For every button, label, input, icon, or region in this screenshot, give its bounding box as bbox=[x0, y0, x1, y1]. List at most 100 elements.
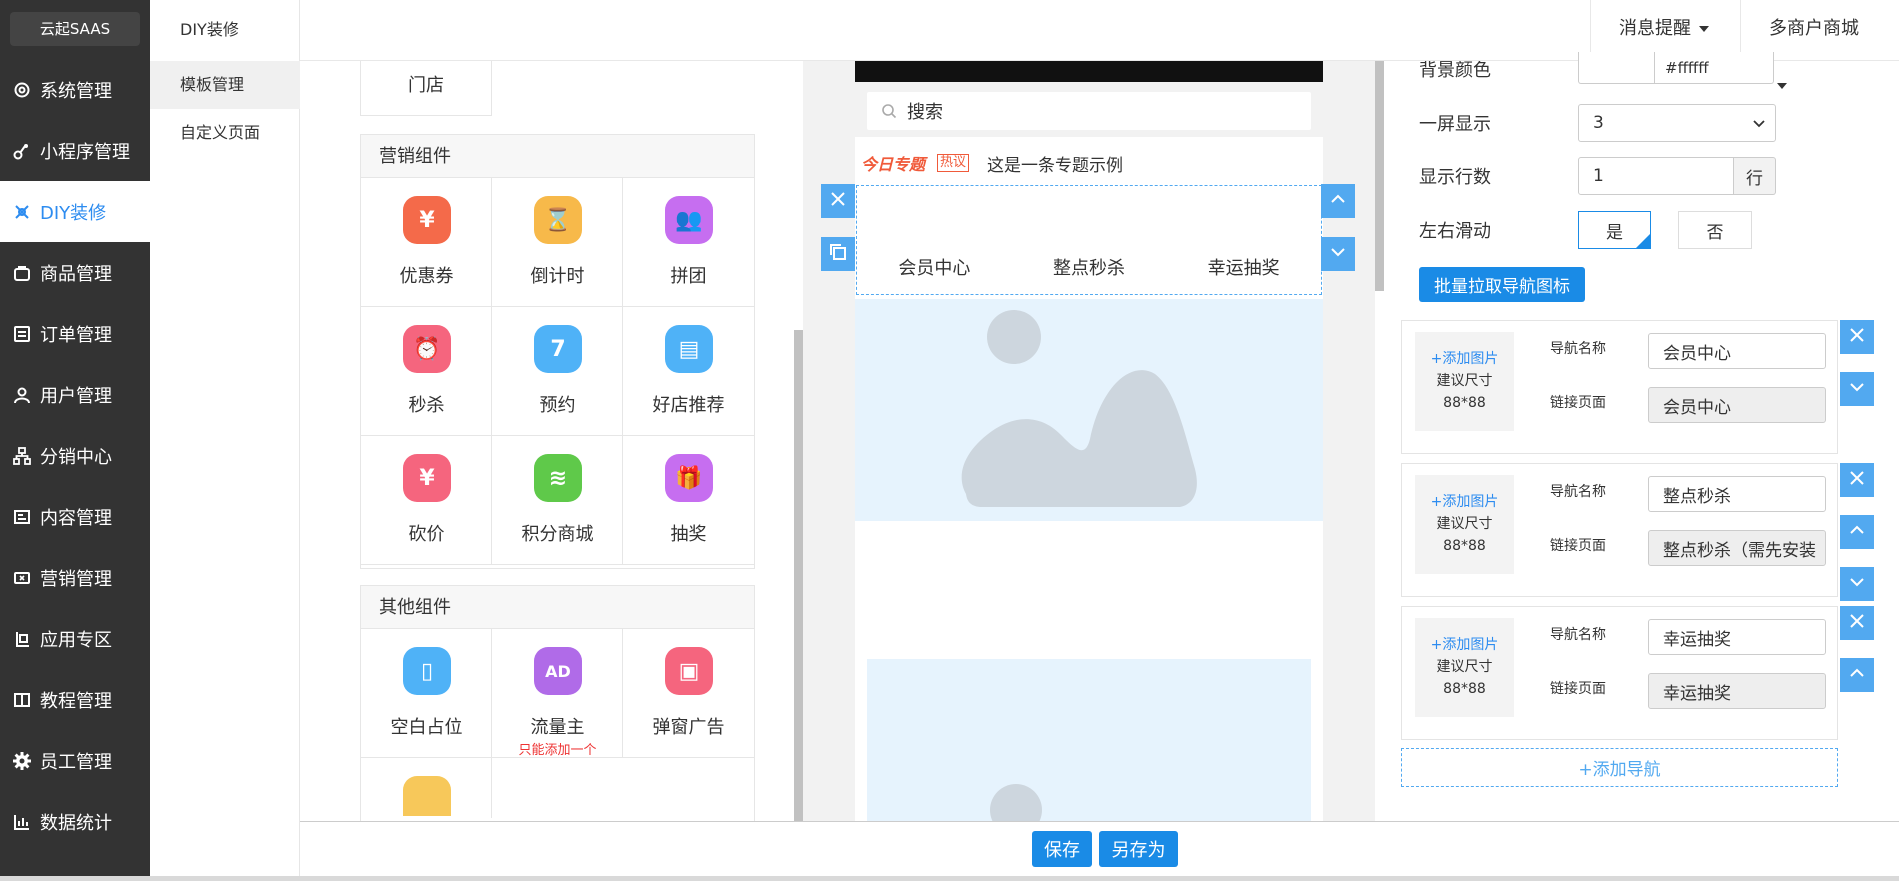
sidebar-item-orders[interactable]: 订单管理 bbox=[0, 303, 150, 364]
component-label: 好店推荐 bbox=[652, 395, 725, 416]
nav-name-value: 会员中心 bbox=[1663, 343, 1731, 364]
batch-fetch-icons-button[interactable]: 批量拉取导航图标 bbox=[1419, 267, 1585, 302]
chevron-down-icon bbox=[1753, 113, 1765, 133]
diy-icon bbox=[12, 202, 32, 222]
component-group[interactable]: 👥 拼团 bbox=[623, 178, 754, 307]
rows-input[interactable]: 1 bbox=[1578, 157, 1734, 195]
preview-nav-item[interactable]: 幸运抽奖 bbox=[1166, 254, 1321, 280]
move-nav-down-button[interactable] bbox=[1840, 567, 1874, 601]
ticket-icon bbox=[12, 568, 32, 588]
move-down-button[interactable] bbox=[1321, 237, 1355, 271]
delete-nav-button[interactable] bbox=[1840, 606, 1874, 640]
topic-bar[interactable]: 今日专题 热议 这是一条专题示例 bbox=[855, 148, 1323, 178]
link-page-select[interactable]: 整点秒杀（需先安装 bbox=[1648, 530, 1826, 566]
add-image-button[interactable]: +添加图片 建议尺寸 88*88 bbox=[1415, 332, 1514, 431]
component-calendar[interactable]: 7 预约 bbox=[492, 307, 623, 436]
other-group-title: 其他组件 bbox=[361, 586, 754, 629]
preview-nav-item[interactable]: 会员中心 bbox=[857, 254, 1012, 280]
sidebar-item-system[interactable]: 系统管理 bbox=[0, 59, 150, 120]
subnav-item-templates[interactable]: 模板管理 bbox=[150, 61, 300, 109]
preview-nav-item[interactable]: 整点秒杀 bbox=[1012, 254, 1167, 280]
sidebar-item-products[interactable]: 商品管理 bbox=[0, 242, 150, 303]
sidebar-item-content[interactable]: 内容管理 bbox=[0, 486, 150, 547]
add-image-button[interactable]: +添加图片 建议尺寸 88*88 bbox=[1415, 618, 1514, 717]
nav-component-selected[interactable]: 会员中心 整点秒杀 幸运抽奖 bbox=[856, 185, 1322, 295]
store-cell[interactable]: 门店 bbox=[360, 61, 492, 116]
close-icon bbox=[829, 190, 847, 212]
sidebar-item-label: 分销中心 bbox=[40, 446, 112, 468]
horizontal-scrollbar[interactable] bbox=[0, 876, 1899, 881]
sidebar-item-diy[interactable]: DIY装修 bbox=[0, 181, 150, 242]
sidebar-item-users[interactable]: 用户管理 bbox=[0, 364, 150, 425]
component-panel-scrollbar[interactable] bbox=[794, 330, 803, 821]
move-nav-up-button[interactable] bbox=[1840, 515, 1874, 549]
nav-name-input[interactable]: 会员中心 bbox=[1648, 333, 1826, 369]
link-page-label: 链接页面 bbox=[1550, 395, 1606, 411]
sidebar-item-distribution[interactable]: 分销中心 bbox=[0, 425, 150, 486]
save-as-button[interactable]: 另存为 bbox=[1099, 831, 1178, 867]
copy-component-button[interactable] bbox=[821, 237, 855, 271]
bg-color-value: #ffffff bbox=[1665, 59, 1709, 76]
link-icon bbox=[12, 141, 32, 161]
sidebar-item-apps[interactable]: 应用专区 bbox=[0, 608, 150, 669]
per-screen-select[interactable]: 3 bbox=[1578, 104, 1776, 142]
delete-nav-button[interactable] bbox=[1840, 320, 1874, 354]
messages-label: 消息提醒 bbox=[1619, 18, 1691, 39]
component-hourglass[interactable]: ⌛ 倒计时 bbox=[492, 178, 623, 307]
delete-nav-button[interactable] bbox=[1840, 463, 1874, 497]
component-label: 积分商城 bbox=[521, 524, 594, 545]
slide-yes-option[interactable]: 是 bbox=[1578, 211, 1651, 249]
add-image-label: +添加图片 bbox=[1430, 494, 1499, 510]
search-input[interactable]: 搜索 bbox=[867, 92, 1311, 130]
add-image-button[interactable]: +添加图片 建议尺寸 88*88 bbox=[1415, 475, 1514, 574]
nav-name-value: 整点秒杀 bbox=[1663, 486, 1731, 507]
component-coupon[interactable]: ¥ 优惠券 bbox=[361, 178, 492, 307]
caret-down-icon bbox=[1777, 83, 1787, 89]
sidebar-item-staff[interactable]: 员工管理 bbox=[0, 730, 150, 791]
component-ad[interactable]: AD 流量主 只能添加一个 bbox=[492, 629, 623, 758]
link-page-select[interactable]: 幸运抽奖 bbox=[1648, 673, 1826, 709]
move-nav-up-button[interactable] bbox=[1840, 658, 1874, 692]
size-value: 88*88 bbox=[1443, 681, 1486, 697]
bg-color-input[interactable]: #ffffff bbox=[1578, 52, 1774, 84]
component-label: 抽奖 bbox=[670, 524, 707, 545]
sidebar-item-label: DIY装修 bbox=[40, 202, 107, 224]
subnav-item-custom-pages[interactable]: 自定义页面 bbox=[150, 109, 300, 157]
component-shop[interactable]: ▤ 好店推荐 bbox=[623, 307, 754, 436]
close-icon bbox=[1848, 469, 1866, 491]
link-page-label: 链接页面 bbox=[1550, 538, 1606, 554]
sidebar-item-stats[interactable]: 数据统计 bbox=[0, 791, 150, 852]
move-nav-down-button[interactable] bbox=[1840, 372, 1874, 406]
preview-nav-row: 会员中心 整点秒杀 幸运抽奖 bbox=[857, 186, 1321, 294]
close-icon bbox=[1848, 326, 1866, 348]
save-button[interactable]: 保存 bbox=[1032, 831, 1092, 867]
shop-icon: ▤ bbox=[665, 325, 713, 373]
send-icon bbox=[403, 776, 451, 816]
component-label: 倒计时 bbox=[530, 266, 585, 287]
nav-name-input[interactable]: 幸运抽奖 bbox=[1648, 619, 1826, 655]
app-logo[interactable]: 云起SAAS bbox=[10, 12, 140, 46]
preview-scrollbar[interactable] bbox=[1375, 61, 1384, 291]
link-page-value: 幸运抽奖 bbox=[1663, 683, 1731, 704]
add-nav-button[interactable]: +添加导航 bbox=[1401, 748, 1838, 787]
link-page-select[interactable]: 会员中心 bbox=[1648, 387, 1826, 423]
sidebar-item-tutorials[interactable]: 教程管理 bbox=[0, 669, 150, 730]
chevron-up-icon bbox=[1848, 521, 1866, 543]
nav-name-input[interactable]: 整点秒杀 bbox=[1648, 476, 1826, 512]
color-swatch[interactable] bbox=[1579, 52, 1655, 83]
component-coins[interactable]: ≋ 积分商城 bbox=[492, 436, 623, 565]
component-file[interactable]: ▯ 空白占位 bbox=[361, 629, 492, 758]
sidebar-item-marketing[interactable]: 营销管理 bbox=[0, 547, 150, 608]
component-alarm-clock[interactable]: ⏰ 秒杀 bbox=[361, 307, 492, 436]
component-popup[interactable]: ▣ 弹窗广告 bbox=[623, 629, 754, 758]
slide-no-option[interactable]: 否 bbox=[1678, 211, 1752, 249]
component-more[interactable] bbox=[361, 758, 492, 818]
component-yen[interactable]: ¥ 砍价 bbox=[361, 436, 492, 565]
delete-component-button[interactable] bbox=[821, 184, 855, 218]
component-gift[interactable]: 🎁 抽奖 bbox=[623, 436, 754, 565]
search-icon bbox=[881, 103, 897, 119]
sidebar-item-label: 系统管理 bbox=[40, 80, 112, 102]
subnav-title: DIY装修 bbox=[180, 20, 239, 39]
move-up-button[interactable] bbox=[1321, 184, 1355, 218]
sidebar-item-miniprogram[interactable]: 小程序管理 bbox=[0, 120, 150, 181]
